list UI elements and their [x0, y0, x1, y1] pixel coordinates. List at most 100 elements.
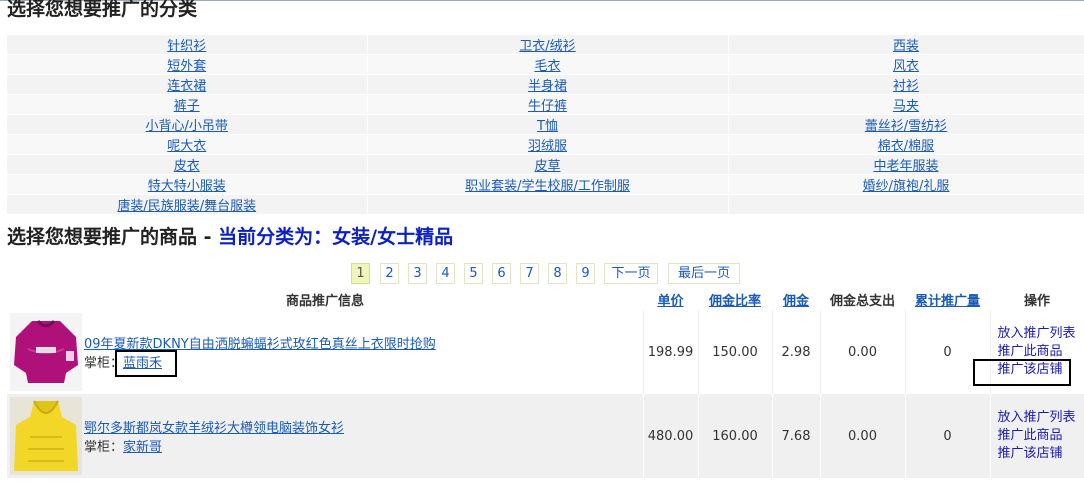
category-link[interactable]: 半身裙: [528, 79, 567, 94]
category-cell: [367, 194, 729, 215]
col-header-volume[interactable]: 累计推广量: [905, 288, 990, 310]
category-cell: 毛衣: [367, 54, 729, 75]
category-cell: 特大特小服装: [7, 174, 368, 195]
category-row: 裤子 牛仔裤 马夹: [7, 94, 1084, 115]
page-8[interactable]: 8: [548, 263, 567, 284]
page-7[interactable]: 7: [520, 263, 539, 284]
highlight-box-shopkeeper: [115, 350, 177, 377]
category-link[interactable]: 特大特小服装: [148, 179, 226, 194]
category-cell: 唐装/民族服装/舞台服装: [7, 194, 368, 215]
table-row: 鄂尔多斯都岚女款羊绒衫大樽领电脑装饰女衫 掌柜：家新哥 480.00 160.0…: [7, 394, 1084, 478]
add-to-promo-list-link[interactable]: 放入推广列表: [998, 409, 1084, 427]
category-link[interactable]: 皮衣: [174, 159, 200, 174]
category-row: 小背心/小吊带 T恤 蕾丝衫/雪纺衫: [7, 114, 1084, 135]
category-link[interactable]: 牛仔裤: [528, 99, 567, 114]
category-section-title: 选择您想要推广的分类: [7, 0, 198, 20]
category-cell: 棉衣/棉服: [728, 134, 1084, 155]
category-row: 呢大衣 羽绒服 棉衣/棉服: [7, 134, 1084, 155]
shopkeeper: 掌柜：家新哥: [84, 436, 162, 455]
category-link[interactable]: 中老年服装: [873, 159, 938, 174]
product-title-link[interactable]: 鄂尔多斯都岚女款羊绒衫大樽领电脑装饰女衫: [84, 417, 344, 436]
category-link[interactable]: 短外套: [167, 59, 206, 74]
category-link[interactable]: 婚纱/旗袍/礼服: [863, 179, 950, 194]
sort-price-link[interactable]: 单价: [657, 294, 683, 309]
ops-cell: 放入推广列表 推广此商品 推广该店铺: [990, 394, 1084, 478]
category-link[interactable]: 马夹: [893, 99, 919, 114]
category-row: 唐装/民族服装/舞台服装: [7, 194, 1084, 215]
price-cell: 480.00: [643, 394, 699, 478]
category-link[interactable]: 西装: [893, 39, 919, 54]
category-link[interactable]: 唐装/民族服装/舞台服装: [117, 199, 256, 214]
category-cell: 小背心/小吊带: [7, 114, 368, 135]
total-cell: 0.00: [820, 310, 906, 394]
product-info-cell: 09年夏新款DKNY自由洒脱蝙蝠衫式玫红色真丝上衣限时抢购 掌柜：蓝雨禾: [7, 310, 644, 394]
category-cell: 呢大衣: [7, 134, 368, 155]
category-cell: 婚纱/旗袍/礼服: [728, 174, 1084, 195]
page-5[interactable]: 5: [464, 263, 483, 284]
sort-rate-link[interactable]: 佣金比率: [709, 294, 761, 309]
category-link[interactable]: 卫衣/绒衫: [519, 39, 575, 54]
category-cell: 皮衣: [7, 154, 368, 175]
shopkeeper-link[interactable]: 家新哥: [123, 440, 162, 455]
category-cell: 短外套: [7, 54, 368, 75]
shopkeeper-label: 掌柜：: [84, 440, 124, 455]
category-link[interactable]: 裤子: [174, 99, 200, 114]
category-link[interactable]: 风衣: [893, 59, 919, 74]
category-link[interactable]: 针织衫: [167, 39, 206, 54]
sort-volume-link[interactable]: 累计推广量: [915, 294, 980, 309]
category-link[interactable]: 皮草: [534, 159, 560, 174]
category-link[interactable]: 棉衣/棉服: [878, 139, 934, 154]
goods-section-label: 选择您想要推广的商品 -: [7, 226, 219, 248]
category-table: 针织衫 卫衣/绒衫 西装短外套 毛衣 风衣连衣裙 半身裙 衬衫裤子 牛仔裤 马夹小背心/小吊带 T…: [7, 35, 1084, 215]
page-9[interactable]: 9: [576, 263, 595, 284]
category-link[interactable]: 呢大衣: [167, 139, 206, 154]
table-row: [7, 478, 1084, 483]
page-3[interactable]: 3: [408, 263, 427, 284]
product-image[interactable]: [10, 313, 82, 391]
volume-cell: 0: [905, 394, 991, 478]
category-row: 针织衫 卫衣/绒衫 西装: [7, 35, 1084, 55]
category-link[interactable]: 连衣裙: [167, 79, 206, 94]
pagination: 1 2 3 4 5 6 7 8 9 下一页 最后一页: [0, 263, 1084, 285]
category-cell: 半身裙: [367, 74, 729, 95]
product-info-cell: 鄂尔多斯都岚女款羊绒衫大樽领电脑装饰女衫 掌柜：家新哥: [7, 394, 644, 478]
sort-commission-link[interactable]: 佣金: [783, 294, 809, 309]
category-row: 皮衣 皮草 中老年服装: [7, 154, 1084, 175]
col-header-info: 商品推广信息: [7, 288, 643, 310]
col-header-price[interactable]: 单价: [643, 288, 698, 310]
category-link[interactable]: 羽绒服: [528, 139, 567, 154]
category-link[interactable]: 毛衣: [534, 59, 560, 74]
product-image[interactable]: [10, 397, 82, 475]
category-link[interactable]: T恤: [537, 119, 558, 134]
highlight-box-promote-shop: [973, 359, 1071, 386]
total-cell: 0.00: [820, 394, 906, 478]
page-6[interactable]: 6: [492, 263, 511, 284]
goods-table: 商品推广信息 单价 佣金比率 佣金 佣金总支出 累计推广量 操作 09年夏新款D…: [7, 288, 1084, 483]
page-1[interactable]: 1: [351, 263, 370, 284]
category-cell: 蕾丝衫/雪纺衫: [728, 114, 1084, 135]
col-header-ops: 操作: [990, 288, 1084, 310]
promote-product-link[interactable]: 推广此商品: [998, 427, 1084, 445]
commission-cell: 2.98: [772, 310, 821, 394]
category-link[interactable]: 职业套装/学生校服/工作制服: [465, 179, 630, 194]
category-cell: 西装: [728, 35, 1084, 55]
category-cell: 针织衫: [7, 35, 368, 55]
category-row: 特大特小服装 职业套装/学生校服/工作制服 婚纱/旗袍/礼服: [7, 174, 1084, 195]
last-page-button[interactable]: 最后一页: [668, 263, 740, 284]
category-cell: 职业套装/学生校服/工作制服: [367, 174, 729, 195]
category-link[interactable]: 小背心/小吊带: [146, 119, 228, 134]
next-page-button[interactable]: 下一页: [604, 263, 658, 284]
col-header-rate[interactable]: 佣金比率: [698, 288, 772, 310]
promote-shop-link[interactable]: 推广该店铺: [998, 445, 1084, 463]
add-to-promo-list-link[interactable]: 放入推广列表: [998, 325, 1084, 343]
col-header-commission[interactable]: 佣金: [772, 288, 820, 310]
category-link[interactable]: 衬衫: [893, 79, 919, 94]
page-4[interactable]: 4: [436, 263, 455, 284]
page-2[interactable]: 2: [380, 263, 399, 284]
partial-row-cell: [7, 478, 644, 483]
category-link[interactable]: 蕾丝衫/雪纺衫: [865, 119, 947, 134]
category-cell: 羽绒服: [367, 134, 729, 155]
category-row: 连衣裙 半身裙 衬衫: [7, 74, 1084, 95]
rate-cell: 160.00: [698, 394, 773, 478]
col-header-total: 佣金总支出: [820, 288, 905, 310]
